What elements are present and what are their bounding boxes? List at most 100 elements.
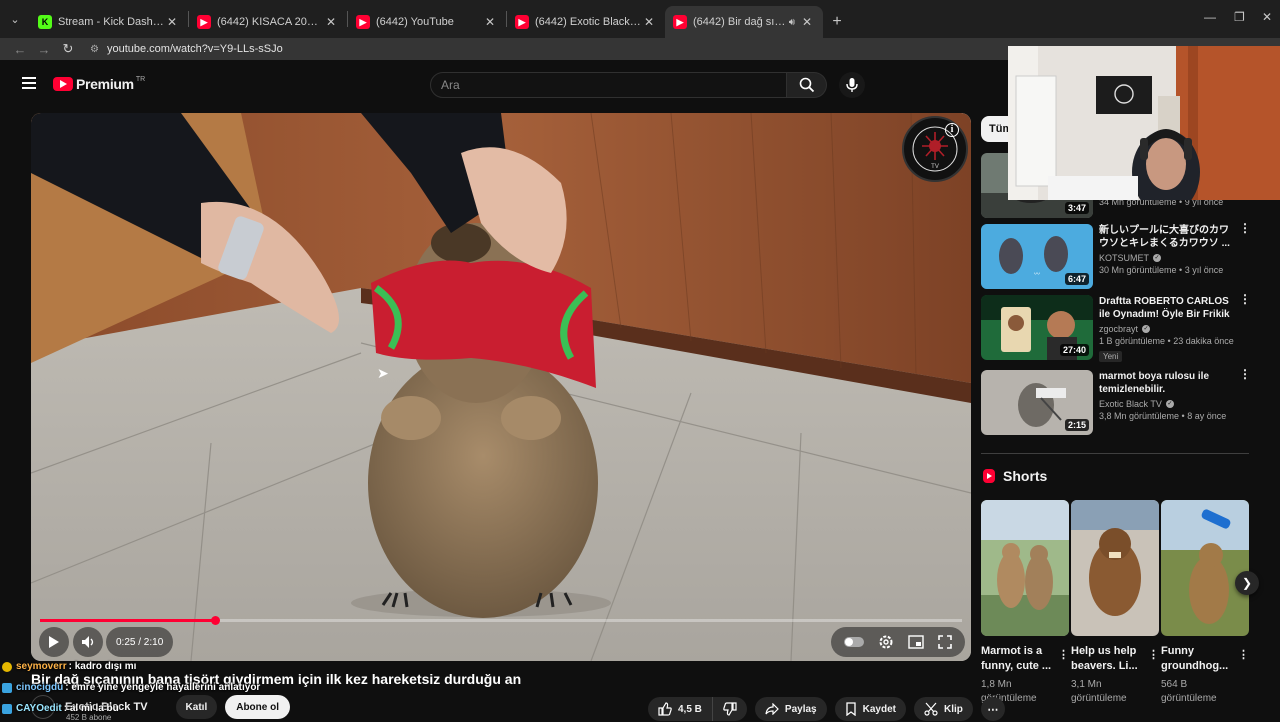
forward-icon[interactable]: → <box>32 42 56 57</box>
join-button[interactable]: Katıl <box>175 695 218 719</box>
short-views: 3,1 Mn görüntüleme <box>1071 679 1127 704</box>
more-options-icon[interactable]: ⋮ <box>1239 293 1251 305</box>
site-info-icon[interactable]: ⚙ <box>90 44 99 55</box>
video-title[interactable]: marmot boya rulosu ile temizlenebilir. <box>1099 370 1237 396</box>
video-duration: 6:47 <box>1064 273 1089 285</box>
menu-icon[interactable] <box>22 77 36 89</box>
more-options-icon[interactable]: ⋮ <box>1239 368 1251 380</box>
url-text: youtube.com/watch?v=Y9-LLs-sSJo <box>106 43 283 55</box>
video-thumbnail[interactable]: 2:15 <box>981 370 1093 435</box>
search-input[interactable] <box>441 78 786 92</box>
short-item[interactable]: Funny groundhog... 564 B görüntüleme ⋮ <box>1161 500 1249 706</box>
tab-title: (6442) YouTube <box>376 16 454 28</box>
short-thumbnail[interactable] <box>1161 500 1249 636</box>
like-button[interactable]: 4,5 B <box>648 697 713 721</box>
close-icon[interactable]: ✕ <box>799 15 815 29</box>
speaker-icon[interactable]: 🔊︎ <box>789 17 795 28</box>
youtube-premium-logo[interactable]: Premium TR <box>53 76 145 92</box>
short-thumbnail[interactable] <box>981 500 1069 636</box>
video-thumbnail[interactable]: 27:40 <box>981 295 1093 360</box>
browser-tab[interactable]: ▶ (6442) KISACA 2025 - YouTube ✕ <box>189 6 347 38</box>
voice-search-button[interactable] <box>839 72 865 98</box>
short-title[interactable]: Help us help beavers. Li... <box>1071 644 1145 674</box>
close-icon[interactable]: ✕ <box>482 15 498 29</box>
volume-button[interactable] <box>73 627 103 657</box>
video-player[interactable]: ➤ TV i 0:25 / 2:10 <box>31 113 971 661</box>
player-right-controls <box>831 627 965 657</box>
progress-bar[interactable] <box>40 616 962 625</box>
share-label: Paylaş <box>784 703 817 715</box>
share-icon <box>765 703 779 715</box>
youtube-icon: ▶ <box>673 15 687 29</box>
dislike-button[interactable] <box>713 697 747 721</box>
subscribe-button[interactable]: Abone ol <box>225 695 290 719</box>
short-title[interactable]: Funny groundhog... <box>1161 644 1235 674</box>
tab-search-button[interactable]: ⌄ <box>0 4 30 34</box>
search-icon <box>799 77 814 93</box>
clip-button[interactable]: Klip <box>913 697 973 721</box>
short-thumbnail[interactable] <box>1071 500 1159 636</box>
channel-name[interactable]: KOTSUMET <box>1099 253 1149 263</box>
short-title[interactable]: Marmot is a funny, cute ... <box>981 644 1055 674</box>
tab-title: (6442) Exotic Black TV - YouTube <box>535 16 641 28</box>
short-item[interactable]: Help us help beavers. Li... 3,1 Mn görün… <box>1071 500 1159 706</box>
share-button[interactable]: Paylaş <box>754 697 827 721</box>
recommendation-item[interactable]: 27:40 Draftta ROBERTO CARLOS ile Oynadım… <box>981 293 1251 363</box>
channel-name[interactable]: Exotic Black TV <box>1099 399 1162 409</box>
video-title[interactable]: 新しいプールに大喜びのカワウソとキレまくるカワウソ ... <box>1099 224 1237 250</box>
new-tab-button[interactable]: + <box>823 6 851 38</box>
shorts-next-button[interactable]: ❯ <box>1235 571 1259 595</box>
microphone-icon <box>846 78 858 92</box>
more-actions-icon[interactable]: ⋯ <box>980 697 1005 721</box>
channel-row: Exotic Black TV ✓ <box>1099 399 1237 409</box>
browser-tab[interactable]: ▶ (6442) YouTube ✕ <box>348 6 506 38</box>
browser-tab[interactable]: ▶ (6442) Exotic Black TV - YouTube ✕ <box>507 6 665 38</box>
url-field[interactable]: ⚙ youtube.com/watch?v=Y9-LLs-sSJo <box>90 43 283 55</box>
close-icon[interactable]: ✕ <box>323 15 339 29</box>
channel-name[interactable]: zgocbrayt <box>1099 324 1138 334</box>
more-options-icon[interactable]: ⋮ <box>1238 648 1249 661</box>
back-icon[interactable]: ← <box>8 42 32 57</box>
section-divider <box>981 453 1249 454</box>
autoplay-toggle[interactable] <box>844 637 864 647</box>
reload-icon[interactable]: ↻ <box>56 41 80 57</box>
search-button[interactable] <box>787 72 827 98</box>
mouse-cursor: ➤ <box>377 365 389 381</box>
thumbs-up-icon <box>658 702 672 716</box>
browser-tab-bar: ⌄ K Stream - Kick Dashboard ✕ ▶ (6442) K… <box>0 0 1280 38</box>
webcam-feed <box>1008 46 1280 200</box>
video-actions: 4,5 B Paylaş Kaydet Klip ⋯ <box>648 697 1005 721</box>
info-icon[interactable]: i <box>945 123 959 137</box>
more-options-icon[interactable]: ⋮ <box>1058 648 1069 661</box>
chat-text: : emre yine yengeyle hayallerini anlatıy… <box>65 682 261 693</box>
time-display: 0:25 / 2:10 <box>106 627 174 657</box>
maximize-icon[interactable]: ❐ <box>1234 10 1245 24</box>
close-icon[interactable]: ✕ <box>164 15 180 29</box>
browser-tab[interactable]: K Stream - Kick Dashboard ✕ <box>30 6 188 38</box>
short-item[interactable]: Marmot is a funny, cute ... 1,8 Mn görün… <box>981 500 1069 706</box>
more-options-icon[interactable]: ⋮ <box>1239 222 1251 234</box>
recommendation-item[interactable]: 〰 6:47 新しいプールに大喜びのカワウソとキレまくるカワウソ ... KOT… <box>981 222 1251 292</box>
chat-text: : kadro dışı mı <box>68 661 137 672</box>
short-views: 564 B görüntüleme <box>1161 679 1217 704</box>
browser-tab-active[interactable]: ▶ (6442) Bir dağ sıçanının bana 🔊︎ ✕ <box>665 6 823 38</box>
miniplayer-icon[interactable] <box>908 635 924 649</box>
fullscreen-icon[interactable] <box>938 635 952 649</box>
clip-label: Klip <box>943 703 963 715</box>
more-options-icon[interactable]: ⋮ <box>1148 648 1159 661</box>
play-button[interactable] <box>39 627 69 657</box>
close-window-icon[interactable]: ✕ <box>1262 10 1272 24</box>
minimize-icon[interactable]: — <box>1204 10 1216 24</box>
video-title[interactable]: Draftta ROBERTO CARLOS ile Oynadım! Öyle… <box>1099 295 1237 321</box>
tab-title: (6442) KISACA 2025 - YouTube <box>217 16 323 28</box>
youtube-icon: ▶ <box>515 15 529 29</box>
recommendation-item[interactable]: 2:15 marmot boya rulosu ile temizlenebil… <box>981 368 1251 438</box>
video-thumbnail[interactable]: 〰 6:47 <box>981 224 1093 289</box>
close-icon[interactable]: ✕ <box>641 15 657 29</box>
settings-gear-icon[interactable] <box>878 634 894 650</box>
chat-message: cinocigdu : emre yine yengeyle hayalleri… <box>2 682 260 693</box>
shorts-icon <box>983 469 995 483</box>
video-stats: 30 Mn görüntüleme • 3 yıl önce <box>1099 265 1224 275</box>
verified-icon: ✓ <box>1142 325 1151 333</box>
save-button[interactable]: Kaydet <box>834 697 906 721</box>
